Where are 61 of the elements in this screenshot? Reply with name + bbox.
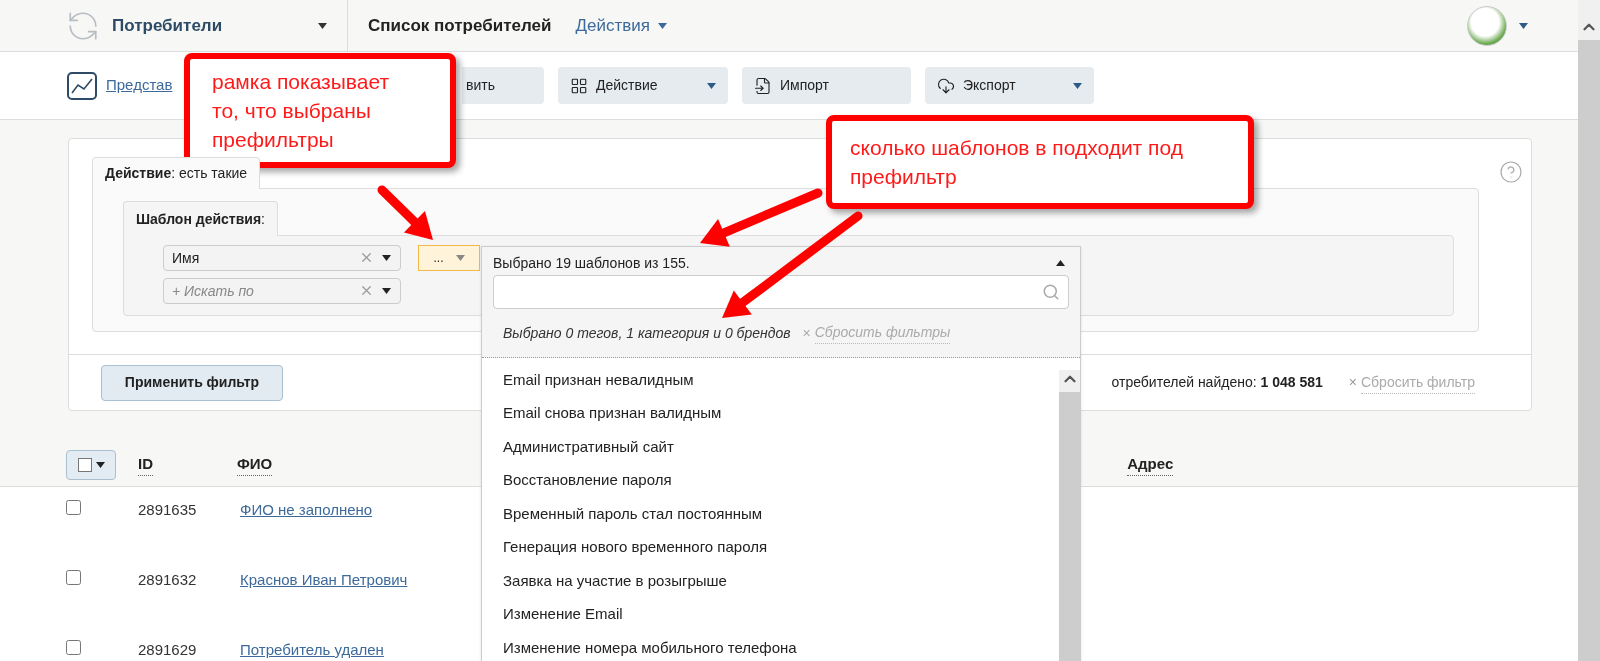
clear-icon[interactable] xyxy=(359,250,374,265)
filter-tab[interactable]: Действие: есть такие xyxy=(92,157,261,189)
template-option[interactable]: Генерация нового временного пароля xyxy=(482,530,1059,564)
select-all-checkbox[interactable] xyxy=(66,449,116,480)
caret-icon xyxy=(1519,22,1528,29)
caret-icon xyxy=(318,22,327,29)
toolbar-button[interactable]: Экспорт xyxy=(925,67,1094,104)
help-icon[interactable] xyxy=(1499,160,1523,184)
table-cell-text: 2891632 xyxy=(138,570,198,590)
caret-icon xyxy=(382,287,391,294)
actions-menu[interactable]: Действия xyxy=(575,12,667,39)
table-cell-text: 2891629 xyxy=(138,640,198,660)
table-cell-text: 2891635 xyxy=(138,500,198,520)
cloud-download-icon xyxy=(937,76,955,95)
page-title: Список потребителей xyxy=(368,14,552,37)
annotation-callout: сколько шаблонов в подходит под префильтр xyxy=(826,115,1254,209)
template-option[interactable]: Административный сайт xyxy=(482,430,1059,464)
caret-icon xyxy=(382,254,391,261)
caret-icon xyxy=(1056,260,1065,266)
search-by-field[interactable]: Имя xyxy=(163,245,401,271)
template-tab[interactable]: Шаблон действия: xyxy=(123,201,278,236)
apply-filter-button[interactable]: Применить фильтр xyxy=(101,364,283,401)
customer-name-link[interactable]: Потребитель удален xyxy=(240,639,384,661)
import-icon xyxy=(754,76,772,95)
prefilter-button[interactable]: ... xyxy=(418,245,480,271)
customer-name-link[interactable]: Краснов Иван Петрович xyxy=(240,569,408,592)
template-option[interactable]: Заявка на участие в розыгрыше xyxy=(482,564,1059,598)
caret-icon xyxy=(455,255,465,261)
template-option[interactable]: Восстановление пароля xyxy=(482,463,1059,497)
toolbar-button[interactable]: вить xyxy=(462,67,544,104)
row-checkbox[interactable] xyxy=(66,500,81,515)
template-option[interactable]: Email снова признан валидным xyxy=(482,396,1059,430)
column-header[interactable]: ФИО xyxy=(237,452,273,477)
selection-summary: Выбрано 19 шаблонов из 155. xyxy=(493,253,690,273)
search-icon xyxy=(1042,283,1060,301)
row-checkbox[interactable] xyxy=(66,570,81,585)
caret-icon xyxy=(95,461,105,468)
caret-icon xyxy=(657,22,667,29)
row-checkbox[interactable] xyxy=(66,640,81,655)
caret-icon xyxy=(1073,82,1082,89)
caret-icon xyxy=(707,82,716,89)
column-header[interactable]: Адрес xyxy=(1127,452,1174,477)
search-by-field[interactable]: + Искать по xyxy=(163,278,401,304)
template-option[interactable]: Изменение Email xyxy=(482,597,1059,631)
column-header[interactable]: ID xyxy=(138,452,153,477)
toolbar-button[interactable]: Импорт xyxy=(742,67,911,104)
view-link[interactable]: Представ xyxy=(106,74,173,97)
callout-arrow xyxy=(377,185,433,240)
selection-info: Выбрано 0 тегов, 1 категория и 0 брендов xyxy=(503,323,791,343)
grid-icon xyxy=(570,76,588,95)
template-option[interactable]: Изменение номера мобильного телефона xyxy=(482,631,1059,661)
avatar[interactable] xyxy=(1467,5,1507,46)
module-name[interactable]: Потребители xyxy=(112,12,223,39)
template-option[interactable]: Временный пароль стал постоянным xyxy=(482,497,1059,531)
template-search-field[interactable] xyxy=(493,275,1069,309)
clear-icon[interactable] xyxy=(359,283,374,298)
toolbar-button[interactable]: Действие xyxy=(558,67,728,104)
template-option[interactable]: Email признан невалидным xyxy=(482,363,1059,397)
customer-name-link[interactable]: ФИО не заполнено xyxy=(240,499,373,522)
chart-icon xyxy=(66,70,98,101)
found-count: отребителей найдено: 1 048 581 xyxy=(1111,373,1323,392)
